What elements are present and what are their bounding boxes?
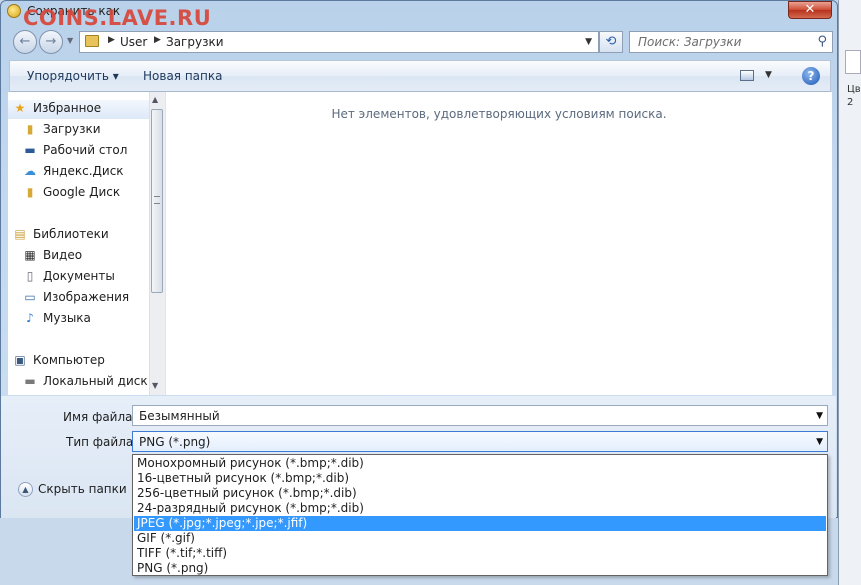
sidebar-item[interactable]: ♪ Музыка <box>22 310 149 329</box>
navigation-pane: ★ Избранное ▮ Загрузки ▬ Рабочий стол ☁ Яндекс.… <box>8 92 166 395</box>
filetype-option[interactable]: 16-цветный рисунок (*.bmp;*.dib) <box>134 471 826 486</box>
local-disk-icon: ▬ <box>24 374 36 388</box>
help-icon[interactable]: ? <box>802 67 820 85</box>
sidebar-item[interactable]: ▯ Документы <box>22 268 149 287</box>
new-folder-button[interactable]: Новая папка <box>143 69 222 83</box>
search-box[interactable]: Поиск: Загрузки ⚲ <box>629 31 833 53</box>
sidebar-item-label: Видео <box>43 248 83 262</box>
chevron-up-icon: ▲ <box>18 482 33 497</box>
filetype-dropdown-icon[interactable]: ▼ <box>816 437 823 447</box>
filetype-value[interactable]: PNG (*.png) <box>139 435 210 449</box>
close-button[interactable]: ✕ <box>788 1 832 19</box>
filetype-options-list: Монохромный рисунок (*.bmp;*.dib) 16-цвет… <box>132 454 828 576</box>
search-icon[interactable]: ⚲ <box>817 34 827 49</box>
sidebar-item[interactable]: ▮ Google Диск <box>22 184 149 203</box>
sidebar-item-label: Изображения <box>43 290 130 304</box>
desktop-icon: ▬ <box>24 143 36 157</box>
sidebar-item-label: Музыка <box>43 311 91 325</box>
star-icon: ★ <box>14 101 26 115</box>
scrollbar-grip-icon <box>154 196 160 204</box>
app-icon <box>7 4 21 18</box>
scroll-down-arrow-icon[interactable]: ▼ <box>152 381 158 390</box>
sidebar-item-label: Яндекс.Диск <box>43 164 124 178</box>
hide-folders-label: Скрыть папки <box>38 482 127 496</box>
sidebar-item[interactable]: ▣ Компьютер <box>12 352 149 371</box>
background-text: Цве <box>847 84 861 95</box>
recent-pages-dropdown-icon[interactable]: ▼ <box>67 36 73 45</box>
sidebar-item[interactable]: ☁ Яндекс.Диск <box>22 163 149 182</box>
view-dropdown-icon[interactable]: ▼ <box>765 70 772 80</box>
sidebar-item[interactable]: ▤ Библиотеки <box>12 226 149 245</box>
forward-button[interactable]: → <box>39 30 63 54</box>
sidebar-item[interactable]: ▦ Видео <box>22 247 149 266</box>
filetype-option[interactable]: 24-разрядный рисунок (*.bmp;*.dib) <box>134 501 826 516</box>
folder-icon <box>85 35 99 47</box>
scroll-up-arrow-icon[interactable]: ▲ <box>152 95 158 104</box>
command-toolbar: Упорядочить ▾ Новая папка ▼ ? <box>9 60 831 92</box>
address-dropdown-icon[interactable]: ▼ <box>585 37 592 47</box>
filetype-option[interactable]: TIFF (*.tif;*.tiff) <box>134 546 826 561</box>
background-window-strip: Цве 2 <box>838 0 861 585</box>
filetype-option[interactable]: GIF (*.gif) <box>134 531 826 546</box>
filetype-option[interactable]: JPEG (*.jpg;*.jpeg;*.jpe;*.jfif) <box>134 516 826 531</box>
filetype-label: Тип файла: <box>66 435 138 449</box>
filetype-option[interactable]: 256-цветный рисунок (*.bmp;*.dib) <box>134 486 826 501</box>
music-icon: ♪ <box>26 311 34 325</box>
downloads-folder-icon: ▮ <box>26 122 34 136</box>
filetype-option[interactable]: PNG (*.png) <box>134 561 826 576</box>
video-icon: ▦ <box>24 248 36 262</box>
filename-label: Имя файла: <box>63 410 137 424</box>
cloud-icon: ☁ <box>24 164 36 178</box>
filetype-select[interactable]: PNG (*.png) ▼ <box>132 431 828 452</box>
breadcrumb-user[interactable]: User <box>120 35 147 49</box>
filetype-option[interactable]: Монохромный рисунок (*.bmp;*.dib) <box>134 456 826 471</box>
breadcrumb-downloads[interactable]: Загрузки <box>166 35 224 49</box>
sidebar-item-label: Библиотеки <box>33 227 109 241</box>
title-bar: Сохранить как COINS.LAVE.RU ✕ <box>1 1 837 30</box>
filename-field[interactable]: Безымянный ▼ <box>132 405 828 426</box>
sidebar-item-label: Документы <box>43 269 115 283</box>
hide-folders-button[interactable]: ▲ Скрыть папки <box>18 482 127 497</box>
sidebar-item-label: Google Диск <box>43 185 121 199</box>
libraries-icon: ▤ <box>14 227 26 241</box>
computer-icon: ▣ <box>14 353 26 367</box>
filename-value[interactable]: Безымянный <box>139 409 220 423</box>
sidebar-item-label: Компьютер <box>33 353 105 367</box>
sidebar-item-label: Рабочий стол <box>43 143 128 157</box>
sidebar-item[interactable]: ★ Избранное <box>8 100 149 119</box>
filename-dropdown-icon[interactable]: ▼ <box>816 411 823 421</box>
address-bar[interactable]: ▶ User ▶ Загрузки ▼ <box>79 31 599 53</box>
search-input[interactable]: Поиск: Загрузки <box>638 35 741 49</box>
back-button[interactable]: ← <box>13 30 37 54</box>
sidebar-item[interactable]: ▬ Локальный диск <box>22 373 149 392</box>
sidebar-item-label: Загрузки <box>43 122 101 136</box>
google-drive-folder-icon: ▮ <box>26 185 34 199</box>
sidebar-item[interactable]: ▬ Рабочий стол <box>22 142 149 161</box>
background-text: 2 <box>847 97 854 108</box>
sidebar-item-label: Избранное <box>33 101 102 115</box>
breadcrumb-separator-icon[interactable]: ▶ <box>108 35 115 45</box>
navigation-bar: ← → ▼ ▶ User ▶ Загрузки ▼ ⟲ Поиск: Загру… <box>1 27 837 57</box>
view-options-icon[interactable] <box>740 70 754 81</box>
background-box <box>845 50 861 74</box>
sidebar-item[interactable]: ▮ Загрузки <box>22 121 149 140</box>
documents-icon: ▯ <box>26 269 34 283</box>
file-list-pane[interactable]: Нет элементов, удовлетворяющих условиям … <box>166 92 832 395</box>
sidebar-item[interactable]: ▭ Изображения <box>22 289 149 308</box>
pictures-icon: ▭ <box>24 290 36 304</box>
refresh-button[interactable]: ⟲ <box>599 31 623 53</box>
organize-button[interactable]: Упорядочить ▾ <box>27 69 119 83</box>
breadcrumb-separator-icon[interactable]: ▶ <box>154 35 161 45</box>
empty-results-message: Нет элементов, удовлетворяющих условиям … <box>331 107 667 121</box>
sidebar-item-label: Локальный диск <box>43 374 148 388</box>
